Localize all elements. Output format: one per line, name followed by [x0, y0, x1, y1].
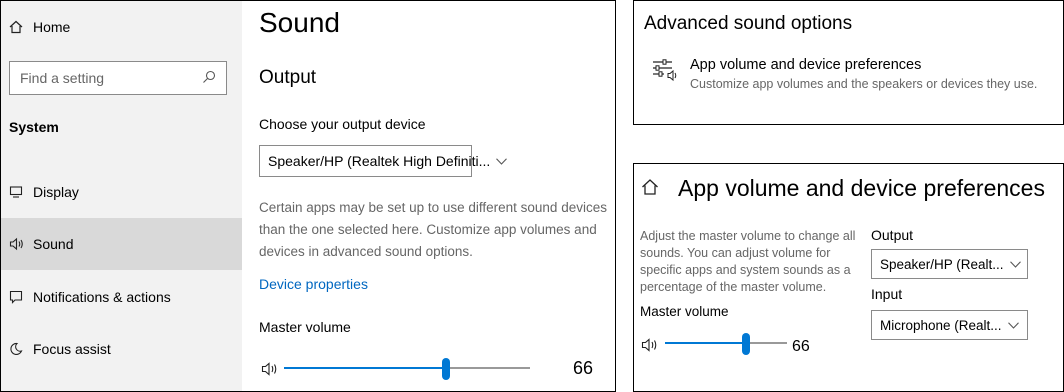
- device-properties-link[interactable]: Device properties: [259, 276, 368, 292]
- master-volume-value: 66: [792, 338, 810, 355]
- sound-settings-window: Home Find a setting System Display Sound: [0, 0, 616, 392]
- sidebar-item-notifications[interactable]: Notifications & actions: [1, 271, 242, 323]
- master-volume-value: 66: [573, 358, 594, 378]
- sliders-speaker-icon[interactable]: [652, 59, 680, 83]
- app-volume-panel: App volume and device preferences Adjust…: [633, 163, 1064, 392]
- master-volume-label: Master volume: [259, 319, 351, 335]
- output-device-dropdown[interactable]: Speaker/HP (Realtek High Definiti...: [259, 145, 508, 177]
- master-volume-slider[interactable]: [665, 333, 787, 355]
- sidebar: Home Find a setting System Display Sound: [1, 1, 242, 391]
- advanced-title: Advanced sound options: [644, 13, 853, 34]
- search-placeholder: Find a setting: [20, 70, 105, 86]
- chevron-down-icon: [496, 154, 508, 168]
- search-icon: [202, 70, 216, 87]
- moon-icon: [1, 342, 33, 356]
- sound-main-content: Sound Output Choose your output device S…: [259, 1, 609, 391]
- slider-fill: [284, 367, 446, 369]
- chevron-down-icon: [1008, 318, 1019, 332]
- app-volume-description: Customize app volumes and the speakers o…: [690, 77, 1038, 91]
- input-device-value: Microphone (Realt...: [880, 317, 1002, 333]
- output-label: Output: [871, 227, 914, 243]
- home-icon: [1, 20, 33, 34]
- search-input[interactable]: Find a setting: [9, 61, 227, 95]
- chevron-down-icon: [1009, 257, 1021, 271]
- speaker-icon: [1, 237, 33, 251]
- notification-icon: [1, 290, 33, 304]
- page-title: App volume and device preferences: [678, 175, 1045, 201]
- home-icon[interactable]: [641, 178, 659, 201]
- output-device-note: Certain apps may be set up to use differ…: [259, 200, 607, 259]
- app-volume-link[interactable]: App volume and device preferences: [690, 57, 921, 73]
- sidebar-home-label: Home: [33, 19, 71, 35]
- sidebar-item-sound[interactable]: Sound: [1, 218, 242, 270]
- master-volume-description: Adjust the master volume to change all s…: [640, 229, 856, 294]
- output-device-dropdown[interactable]: Speaker/HP (Realt...: [871, 249, 1028, 279]
- slider-fill: [665, 342, 746, 344]
- monitor-icon: [1, 185, 33, 199]
- speaker-icon[interactable]: [261, 361, 279, 380]
- advanced-sound-options-panel: Advanced sound options App volume and de…: [633, 0, 1064, 125]
- speaker-icon[interactable]: [641, 337, 659, 356]
- sidebar-item-label: Sound: [33, 236, 74, 252]
- master-volume-label: Master volume: [640, 304, 729, 319]
- sidebar-item-home[interactable]: Home: [1, 1, 242, 53]
- page-title: Sound: [259, 7, 340, 38]
- section-label-system: System: [9, 119, 59, 135]
- section-heading-output: Output: [259, 67, 317, 88]
- sidebar-item-label: Display: [33, 184, 79, 200]
- sidebar-item-focus-assist[interactable]: Focus assist: [1, 323, 242, 375]
- input-device-dropdown[interactable]: Microphone (Realt...: [871, 310, 1028, 340]
- sidebar-item-label: Focus assist: [33, 341, 111, 357]
- sidebar-item-display[interactable]: Display: [1, 166, 242, 218]
- output-device-label: Choose your output device: [259, 116, 426, 132]
- slider-thumb[interactable]: [742, 333, 750, 355]
- output-device-value: Speaker/HP (Realt...: [880, 256, 1004, 272]
- master-volume-slider[interactable]: [284, 358, 530, 380]
- slider-thumb[interactable]: [442, 358, 450, 380]
- input-label: Input: [871, 286, 903, 302]
- sidebar-item-label: Notifications & actions: [33, 289, 171, 305]
- output-device-value: Speaker/HP (Realtek High Definiti...: [268, 153, 491, 169]
